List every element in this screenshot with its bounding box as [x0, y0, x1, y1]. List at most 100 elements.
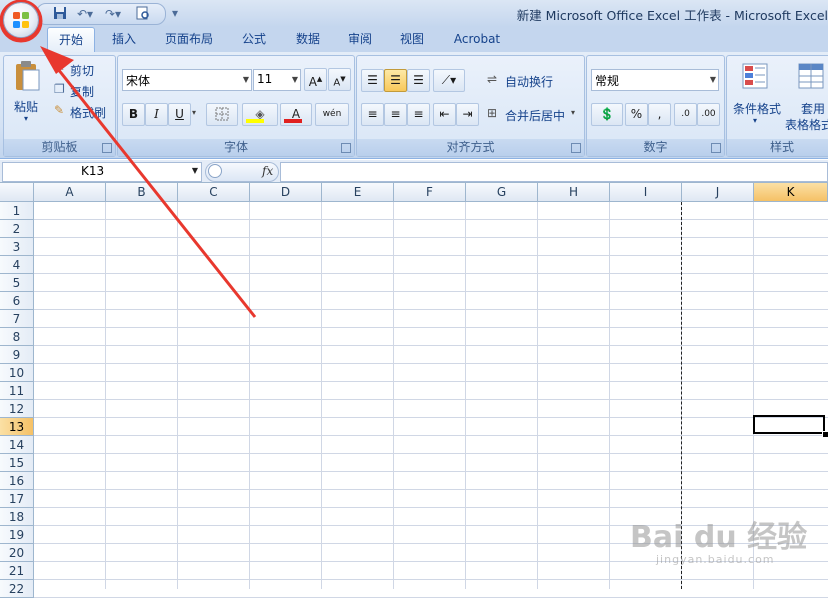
- format-painter-button[interactable]: ✎ 格式刷: [52, 103, 112, 121]
- increase-indent-button[interactable]: ⇥: [456, 103, 479, 126]
- row-header-10[interactable]: 10: [0, 364, 34, 382]
- tab-insert[interactable]: 插入: [100, 27, 148, 52]
- active-cell-k13[interactable]: [753, 415, 825, 434]
- expand-handle-icon[interactable]: [208, 164, 222, 178]
- chevron-down-icon: ▼: [191, 166, 198, 175]
- row-header-19[interactable]: 19: [0, 526, 34, 544]
- column-header-a[interactable]: A: [34, 183, 106, 202]
- decrease-indent-button[interactable]: ⇤: [433, 103, 456, 126]
- tab-home[interactable]: 开始: [47, 27, 95, 53]
- underline-button[interactable]: U: [168, 103, 191, 126]
- tab-acrobat[interactable]: Acrobat: [444, 27, 510, 52]
- tab-formulas[interactable]: 公式: [232, 27, 276, 52]
- row-header-20[interactable]: 20: [0, 544, 34, 562]
- column-header-i[interactable]: I: [610, 183, 682, 202]
- undo-icon[interactable]: ↶▾: [75, 6, 95, 22]
- percent-button[interactable]: %: [625, 103, 648, 126]
- orientation-button[interactable]: ⟋▾: [433, 69, 465, 92]
- align-bottom-button[interactable]: ☰: [407, 69, 430, 92]
- column-header-e[interactable]: E: [322, 183, 394, 202]
- qat-dropdown-icon[interactable]: ▾: [170, 5, 180, 21]
- align-left-button[interactable]: ≡: [361, 103, 384, 126]
- column-header-j[interactable]: J: [682, 183, 754, 202]
- row-header-3[interactable]: 3: [0, 238, 34, 256]
- row-header-15[interactable]: 15: [0, 454, 34, 472]
- row-header-1[interactable]: 1: [0, 202, 34, 220]
- currency-button[interactable]: 💲: [591, 103, 623, 126]
- align-right-button[interactable]: ≡: [407, 103, 430, 126]
- column-header-k[interactable]: K: [754, 183, 828, 202]
- chevron-down-icon[interactable]: ▾: [192, 108, 196, 117]
- shrink-font-button[interactable]: A▼: [328, 68, 351, 91]
- increase-decimal-button[interactable]: .0: [674, 103, 697, 126]
- bold-button[interactable]: B: [122, 103, 145, 126]
- italic-button[interactable]: I: [145, 103, 168, 126]
- office-button[interactable]: [4, 3, 38, 37]
- comma-button[interactable]: ,: [648, 103, 671, 126]
- row-header-11[interactable]: 11: [0, 382, 34, 400]
- redo-icon[interactable]: ↷▾: [103, 6, 123, 22]
- decrease-decimal-button[interactable]: .00: [697, 103, 720, 126]
- tab-data[interactable]: 数据: [286, 27, 330, 52]
- number-launcher-icon[interactable]: [711, 143, 721, 153]
- clipboard-launcher-icon[interactable]: [102, 143, 112, 153]
- tab-page-layout[interactable]: 页面布局: [155, 27, 223, 52]
- row-header-9[interactable]: 9: [0, 346, 34, 364]
- row-header-4[interactable]: 4: [0, 256, 34, 274]
- number-format-combo[interactable]: 常规 ▼: [591, 69, 719, 91]
- font-color-button[interactable]: A: [280, 103, 312, 126]
- row-header-21[interactable]: 21: [0, 562, 34, 580]
- row-header-18[interactable]: 18: [0, 508, 34, 526]
- wrap-text-button[interactable]: ⇌ 自动换行: [485, 70, 577, 90]
- align-center-button[interactable]: ≡: [384, 103, 407, 126]
- format-as-table-button[interactable]: 套用 表格格式: [785, 58, 828, 132]
- save-icon[interactable]: [53, 6, 67, 22]
- borders-button[interactable]: [206, 103, 238, 126]
- column-header-c[interactable]: C: [178, 183, 250, 202]
- row-header-22[interactable]: 22: [0, 580, 34, 598]
- font-launcher-icon[interactable]: [341, 143, 351, 153]
- column-header-d[interactable]: D: [250, 183, 322, 202]
- merge-center-button[interactable]: ⊞ 合并后居中 ▾: [485, 104, 581, 124]
- row-header-16[interactable]: 16: [0, 472, 34, 490]
- row-header-2[interactable]: 2: [0, 220, 34, 238]
- gridline: [34, 471, 828, 472]
- formula-input[interactable]: [280, 162, 828, 182]
- alignment-launcher-icon[interactable]: [571, 143, 581, 153]
- column-header-h[interactable]: H: [538, 183, 610, 202]
- conditional-formatting-label: 条件格式: [733, 102, 782, 116]
- row-header-13[interactable]: 13: [0, 418, 34, 436]
- conditional-formatting-button[interactable]: 条件格式 ▾: [729, 58, 785, 130]
- row-header-7[interactable]: 7: [0, 310, 34, 328]
- phonetic-button[interactable]: wén: [315, 103, 349, 126]
- paste-button[interactable]: 粘贴 ▾: [10, 58, 46, 130]
- fill-color-button[interactable]: ◈: [242, 103, 278, 126]
- column-header-g[interactable]: G: [466, 183, 538, 202]
- tab-view[interactable]: 视图: [390, 27, 434, 52]
- column-header-b[interactable]: B: [106, 183, 178, 202]
- cut-button[interactable]: ✂ 剪切: [52, 61, 112, 79]
- row-header-14[interactable]: 14: [0, 436, 34, 454]
- gridline: [393, 202, 394, 589]
- row-header-5[interactable]: 5: [0, 274, 34, 292]
- tab-review[interactable]: 审阅: [338, 27, 382, 52]
- row-header-8[interactable]: 8: [0, 328, 34, 346]
- fill-handle[interactable]: [822, 431, 828, 438]
- align-top-button[interactable]: ☰: [361, 69, 384, 92]
- row-header-12[interactable]: 12: [0, 400, 34, 418]
- align-middle-button[interactable]: ☰: [384, 69, 407, 92]
- print-preview-icon[interactable]: [135, 6, 151, 22]
- font-name-combo[interactable]: 宋体 ▼: [122, 69, 252, 91]
- name-box[interactable]: K13 ▼: [2, 162, 202, 182]
- copy-icon: ❐: [54, 82, 65, 96]
- grow-font-button[interactable]: A▲: [304, 68, 327, 91]
- fx-icon[interactable]: fx: [262, 164, 273, 178]
- gridline: [34, 363, 828, 364]
- select-all-corner[interactable]: [0, 183, 34, 202]
- font-size-combo[interactable]: 11 ▼: [253, 69, 301, 91]
- chevron-down-icon: ▾: [571, 108, 576, 117]
- column-header-f[interactable]: F: [394, 183, 466, 202]
- row-header-17[interactable]: 17: [0, 490, 34, 508]
- copy-button[interactable]: ❐ 复制: [52, 82, 112, 100]
- row-header-6[interactable]: 6: [0, 292, 34, 310]
